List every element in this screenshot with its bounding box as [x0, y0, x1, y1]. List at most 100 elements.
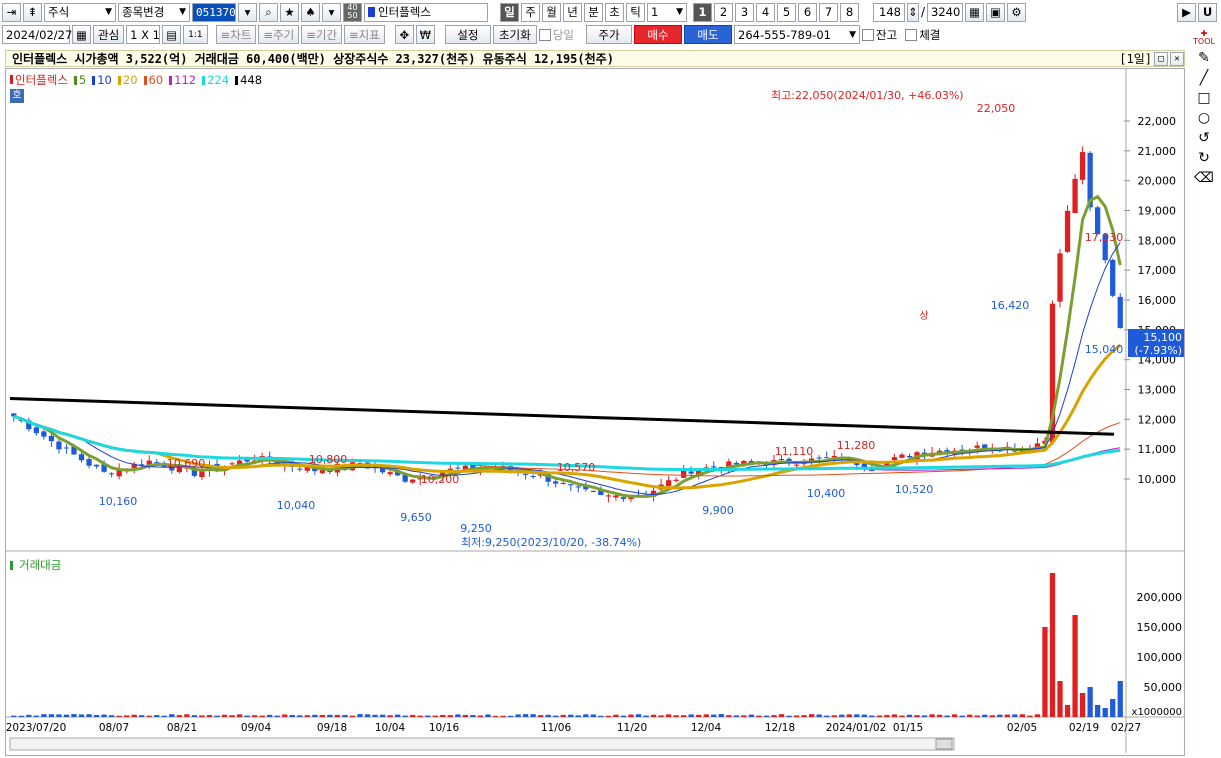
volume-bar [63, 714, 70, 717]
today-checkbox[interactable]: 당일 [538, 27, 574, 43]
watch-button[interactable]: 관심 [93, 25, 125, 44]
count-tab[interactable]: 2 [714, 2, 733, 22]
spade-icon[interactable]: ♠ [301, 2, 320, 22]
code-dropdown-icon[interactable]: ▾ [238, 2, 257, 22]
pencil-icon[interactable]: ✎ [1198, 50, 1210, 66]
circle-icon[interactable]: ○ [1198, 110, 1210, 126]
pin-icon[interactable]: ⇥ [2, 2, 21, 22]
price-button[interactable]: 주가 [586, 25, 633, 44]
4050-icon[interactable]: 40 50 [343, 2, 362, 22]
redo-icon[interactable]: ↻ [1198, 150, 1210, 166]
close-icon[interactable]: ✕ [1170, 51, 1184, 66]
volume-bar [1012, 714, 1018, 717]
price-tick-label: 19,000 [1138, 205, 1177, 218]
volume-bar [364, 714, 371, 717]
candle-body [711, 466, 717, 468]
volume-bar [876, 715, 883, 717]
index-menu[interactable]: ≡지표 [344, 25, 385, 44]
balance-checkbox[interactable]: 잔고 [862, 27, 897, 43]
volume-bar [726, 715, 732, 717]
down-arrow-icon[interactable]: ▾ [322, 2, 341, 22]
undo-icon[interactable]: ↺ [1198, 130, 1210, 146]
window-controls: [1일] □ ✕ [1119, 50, 1184, 67]
candle-body [530, 476, 536, 478]
change-select[interactable]: 종목변경 ▼ [118, 2, 190, 22]
price-label: 10,570 [557, 461, 596, 474]
volume-bar [349, 715, 356, 717]
stock-name: 인터플렉스 [378, 5, 431, 19]
rectangle-icon[interactable]: □ [1197, 90, 1210, 106]
scrollbar-thumb [935, 738, 953, 750]
volume-bar [214, 715, 220, 717]
search-icon[interactable]: ⌕ [259, 2, 278, 22]
period-tab[interactable]: 년 [563, 2, 582, 22]
sell-button[interactable]: 매도 [684, 25, 733, 44]
volume-bar [718, 714, 724, 717]
period-tab[interactable]: 주 [521, 2, 540, 22]
price-tick-label: 16,000 [1138, 294, 1177, 307]
candle-body [48, 435, 55, 442]
line-icon[interactable]: ╱ [1200, 70, 1208, 86]
price-tick-label: 11,000 [1138, 443, 1177, 456]
won-icon[interactable]: ₩ [415, 25, 435, 44]
count-tab[interactable]: 3 [735, 2, 754, 22]
volume-bar [86, 714, 92, 717]
period-tab[interactable]: 초 [605, 2, 624, 22]
chart-area[interactable]: 인터플렉스 5 10 20 60 112 224 448 호 거래대금 22,000 21,0… [5, 68, 1185, 756]
top-icon[interactable]: ⇞ [23, 2, 42, 22]
count-tab[interactable]: 6 [798, 2, 817, 22]
filled-checkbox[interactable]: 체결 [905, 27, 940, 43]
chart-menu[interactable]: ≡차트 [215, 25, 257, 44]
range-menu[interactable]: ≡기간 [301, 25, 343, 44]
count-tab[interactable]: 7 [819, 2, 838, 22]
volume-bar [590, 714, 596, 717]
count-tab[interactable]: 5 [777, 2, 796, 22]
interval-select[interactable]: 1 ▼ [647, 2, 687, 22]
grid-size-field[interactable]: 1 X 1 [126, 25, 161, 44]
x-tick-label: 2023/07/20 [6, 722, 66, 734]
calendar-icon[interactable]: ▦ [72, 25, 91, 44]
maximize-icon[interactable]: □ [1154, 51, 1168, 66]
count-tab[interactable]: 4 [756, 2, 775, 22]
volume-bar [914, 715, 920, 717]
tool-icon[interactable]: ✚ TOOL [1193, 30, 1215, 46]
gear-icon[interactable]: ⚙ [1007, 2, 1027, 22]
account-select[interactable]: 264-555-789-01 ▼ [734, 25, 861, 44]
buy-button[interactable]: 매수 [634, 25, 683, 44]
current-price: 15,100 [1144, 331, 1183, 344]
volume-bar [267, 714, 273, 717]
period-tab[interactable]: 틱 [626, 2, 645, 22]
period-tab[interactable]: 월 [542, 2, 561, 22]
count-tab[interactable]: 8 [840, 2, 859, 22]
price-tick-label: 13,000 [1138, 384, 1177, 397]
user-button[interactable]: U [1198, 2, 1217, 22]
volume-bar [982, 714, 988, 717]
period-tab[interactable]: 일 [500, 2, 519, 22]
ratio-button[interactable]: 1:1 [183, 25, 208, 44]
table-icon[interactable]: ▤ [162, 25, 182, 44]
volume-bar [116, 715, 122, 717]
volume-bar [485, 714, 491, 717]
volume-bar [974, 715, 980, 717]
eraser-icon[interactable]: ⌫ [1194, 170, 1214, 186]
reset-button[interactable]: 초기화 [492, 25, 537, 44]
count-tab[interactable]: 1 [693, 2, 712, 22]
period-tab[interactable]: 분 [584, 2, 603, 22]
market-select[interactable]: 주식 ▼ [44, 2, 116, 22]
drawing-tools: ✚ TOOL ✎ ╱ □ ○ ↺ ↻ ⌫ [1190, 30, 1218, 187]
play-icon[interactable]: ▶ [1177, 2, 1196, 22]
setting-button[interactable]: 설정 [444, 25, 491, 44]
save-icon[interactable]: ▣ [986, 2, 1006, 22]
grid-icon[interactable]: ▦ [965, 2, 985, 22]
volume-bar [1102, 708, 1108, 717]
view-count-input[interactable]: 148 [873, 2, 905, 22]
volume-bar [432, 715, 438, 717]
date-input[interactable]: 2024/02/27 [2, 25, 72, 44]
period-menu[interactable]: ≡주기 [258, 25, 300, 44]
stock-name-field[interactable]: 인터플렉스 [364, 2, 488, 22]
spinner-icon[interactable]: ⇕ [907, 2, 919, 22]
star-icon[interactable]: ★ [280, 2, 299, 22]
volume-bar [952, 714, 958, 717]
crosshair-icon[interactable]: ✥ [394, 25, 414, 44]
stock-code-input[interactable]: 051370 [192, 2, 236, 22]
